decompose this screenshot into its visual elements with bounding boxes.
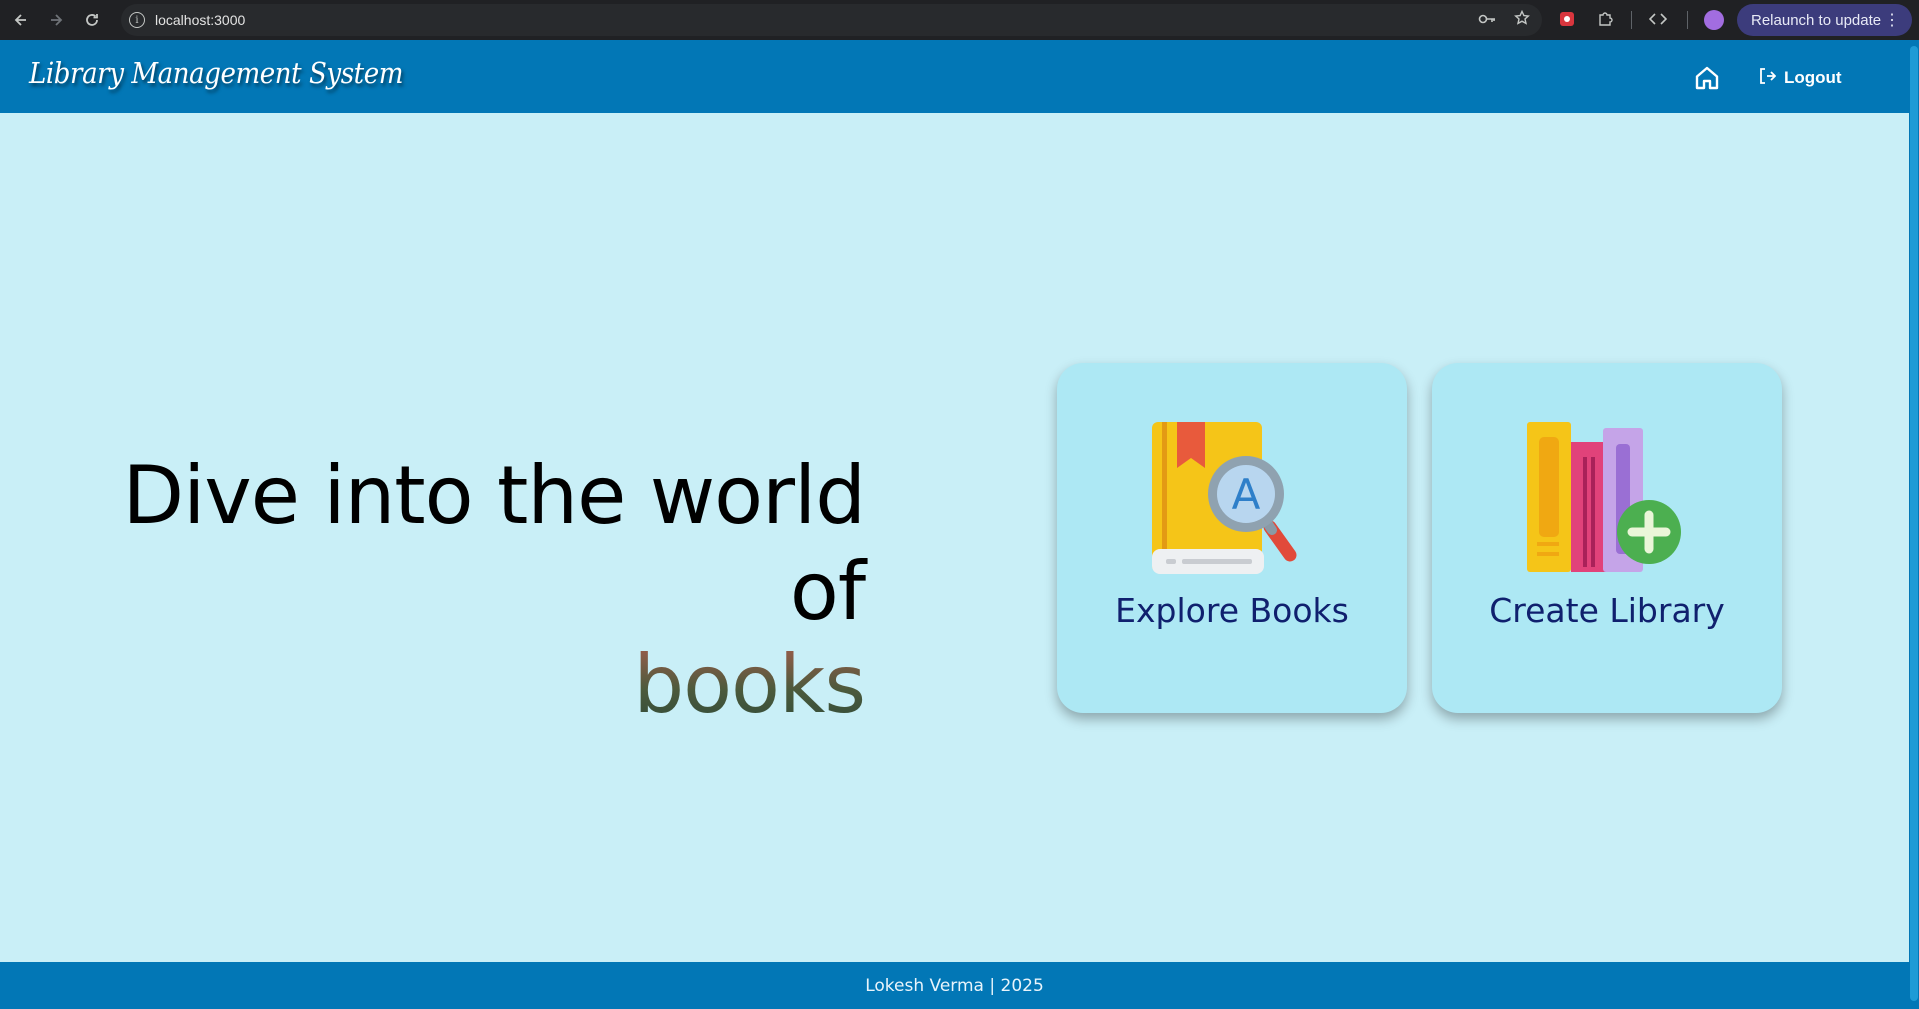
- book-search-icon: A: [1152, 422, 1312, 574]
- brand-title[interactable]: Library Management System: [29, 56, 403, 90]
- relaunch-label: Relaunch to update: [1751, 11, 1882, 29]
- hero-line-1: Dive into the world of: [122, 449, 866, 638]
- books-add-icon: [1527, 422, 1687, 574]
- create-library-card[interactable]: Create Library: [1432, 363, 1782, 713]
- explore-books-card[interactable]: A Explore Books: [1057, 363, 1407, 713]
- site-info-icon[interactable]: i: [129, 12, 145, 28]
- scrollbar-thumb[interactable]: [1910, 46, 1918, 1001]
- hero-heading: Dive into the world of books: [60, 448, 866, 730]
- menu-dots-icon[interactable]: ⋮: [1884, 10, 1900, 30]
- password-key-icon[interactable]: [1478, 11, 1496, 29]
- footer-text: Lokesh Verma | 2025: [865, 975, 1044, 996]
- browser-toolbar: i localhost:3000 Relaunch to update ⋮: [0, 0, 1919, 40]
- logout-button[interactable]: Logout: [1758, 65, 1842, 91]
- url-text: localhost:3000: [155, 12, 246, 28]
- toolbar-divider: [1687, 11, 1688, 29]
- puzzle-icon[interactable]: [1594, 8, 1616, 30]
- app-header: Library Management System Logout: [0, 40, 1909, 113]
- logout-icon: [1758, 67, 1777, 90]
- extension-icon[interactable]: [1556, 8, 1578, 30]
- relaunch-button[interactable]: Relaunch to update ⋮: [1737, 4, 1912, 36]
- reload-icon[interactable]: [74, 0, 110, 40]
- create-library-label: Create Library: [1489, 591, 1725, 630]
- home-icon[interactable]: [1693, 64, 1721, 92]
- toolbar-divider: [1631, 11, 1632, 29]
- hero-line-2: books: [60, 640, 866, 730]
- devtools-icon[interactable]: [1647, 8, 1669, 30]
- back-icon[interactable]: [3, 0, 39, 40]
- svg-text:A: A: [1232, 470, 1261, 519]
- footer: Lokesh Verma | 2025: [0, 962, 1909, 1009]
- address-bar[interactable]: i localhost:3000: [121, 4, 1542, 36]
- logout-label: Logout: [1784, 68, 1842, 87]
- bookmark-star-icon[interactable]: [1514, 9, 1530, 30]
- explore-books-label: Explore Books: [1115, 591, 1349, 630]
- forward-icon[interactable]: [38, 0, 74, 40]
- profile-avatar[interactable]: [1704, 10, 1724, 30]
